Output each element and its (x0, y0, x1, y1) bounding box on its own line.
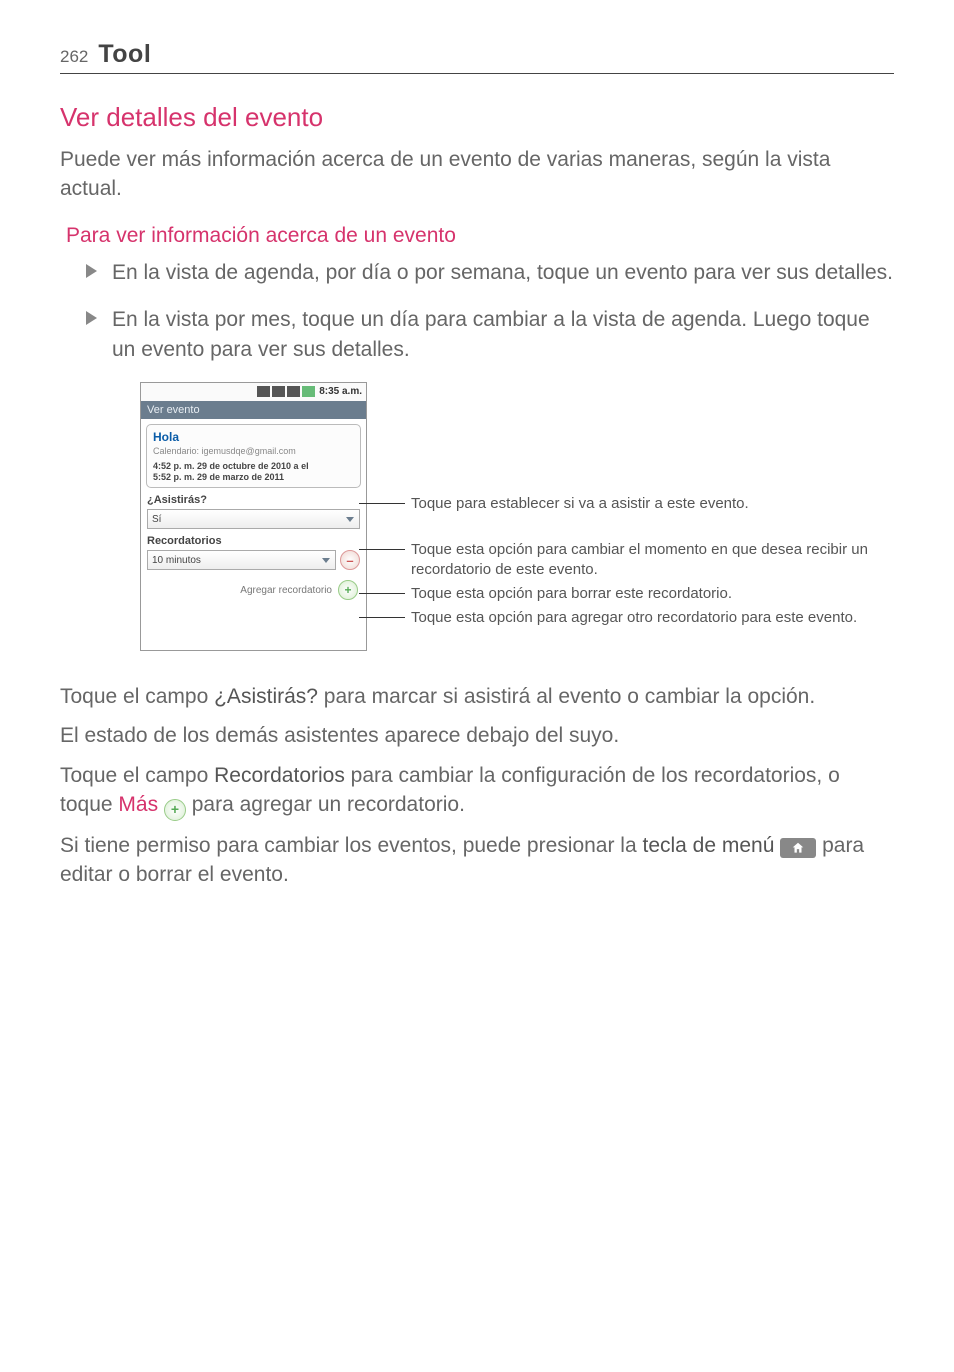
bullet-text: En la vista de agenda, por día o por sem… (112, 261, 893, 284)
event-datetime: 4:52 p. m. 29 de octubre de 2010 a el 5:… (153, 461, 354, 484)
body-paragraph: El estado de los demás asistentes aparec… (60, 721, 894, 750)
status-icon (272, 386, 285, 397)
reminder-dropdown[interactable]: 10 minutos (147, 550, 336, 570)
reminders-label: Recordatorios (147, 535, 360, 547)
page-header: 262 Tool (60, 40, 894, 74)
text: para marcar si asistirá al evento o camb… (318, 685, 815, 708)
attend-label: ¿Asistirás? (147, 494, 360, 506)
text: Toque el campo (60, 764, 214, 787)
body-paragraph: Toque el campo ¿Asistirás? para marcar s… (60, 682, 894, 711)
home-icon (791, 841, 805, 855)
text: Si tiene permiso para cambiar los evento… (60, 834, 642, 857)
intro-paragraph: Puede ver más información acerca de un e… (60, 145, 894, 204)
bold-term: Recordatorios (214, 764, 345, 787)
signal-icon (287, 386, 300, 397)
bullet-text: En la vista por mes, toque un día para c… (112, 308, 870, 360)
annotation: Toque para establecer si va a asistir a … (411, 494, 894, 514)
annotation: Toque esta opción para cambiar el moment… (411, 540, 894, 581)
status-icon (257, 386, 270, 397)
bullet-item: En la vista de agenda, por día o por sem… (112, 258, 894, 287)
attend-value: Sí (152, 514, 161, 525)
bullet-list: En la vista de agenda, por día o por sem… (60, 258, 894, 364)
add-reminder-label: Agregar recordatorio (240, 585, 332, 596)
sub-heading: Para ver información acerca de un evento (66, 224, 894, 248)
pink-term: Más (118, 793, 158, 816)
add-reminder-button[interactable]: + (338, 580, 358, 600)
event-card: Hola Calendario: igemusdqe@gmail.com 4:5… (146, 424, 361, 489)
annotation: Toque esta opción para borrar este recor… (411, 584, 894, 604)
figure-row: 8:35 a.m. Ver evento Hola Calendario: ig… (140, 382, 894, 662)
page-number: 262 (60, 47, 88, 67)
reminder-value: 10 minutos (152, 555, 201, 566)
event-time-line: 5:52 p. m. 29 de marzo de 2011 (153, 472, 354, 483)
text: para agregar un recordatorio. (186, 793, 465, 816)
bold-term: ¿Asistirás? (214, 685, 318, 708)
event-time-line: 4:52 p. m. 29 de octubre de 2010 a el (153, 461, 354, 472)
event-title: Hola (153, 430, 354, 444)
body-paragraph: Toque el campo Recordatorios para cambia… (60, 761, 894, 821)
status-bar: 8:35 a.m. (141, 383, 366, 401)
text: Toque el campo (60, 685, 214, 708)
bullet-item: En la vista por mes, toque un día para c… (112, 305, 894, 364)
phone-screenshot: 8:35 a.m. Ver evento Hola Calendario: ig… (140, 382, 367, 652)
battery-icon (302, 386, 315, 397)
triangle-bullet-icon (86, 264, 97, 278)
triangle-bullet-icon (86, 311, 97, 325)
remove-reminder-button[interactable]: – (340, 550, 360, 570)
body-paragraph: Si tiene permiso para cambiar los evento… (60, 831, 894, 890)
plus-icon: + (164, 799, 186, 821)
event-calendar: Calendario: igemusdqe@gmail.com (153, 446, 354, 456)
title-bar: Ver evento (141, 401, 366, 419)
status-time: 8:35 a.m. (319, 386, 362, 397)
attend-dropdown[interactable]: Sí (147, 509, 360, 529)
page-title: Tool (98, 40, 151, 69)
annotation: Toque esta opción para agregar otro reco… (411, 608, 894, 628)
section-heading: Ver detalles del evento (60, 102, 894, 133)
bold-term: tecla de menú (642, 834, 774, 857)
menu-key-icon (780, 838, 816, 858)
annotations: Toque para establecer si va a asistir a … (367, 382, 894, 662)
